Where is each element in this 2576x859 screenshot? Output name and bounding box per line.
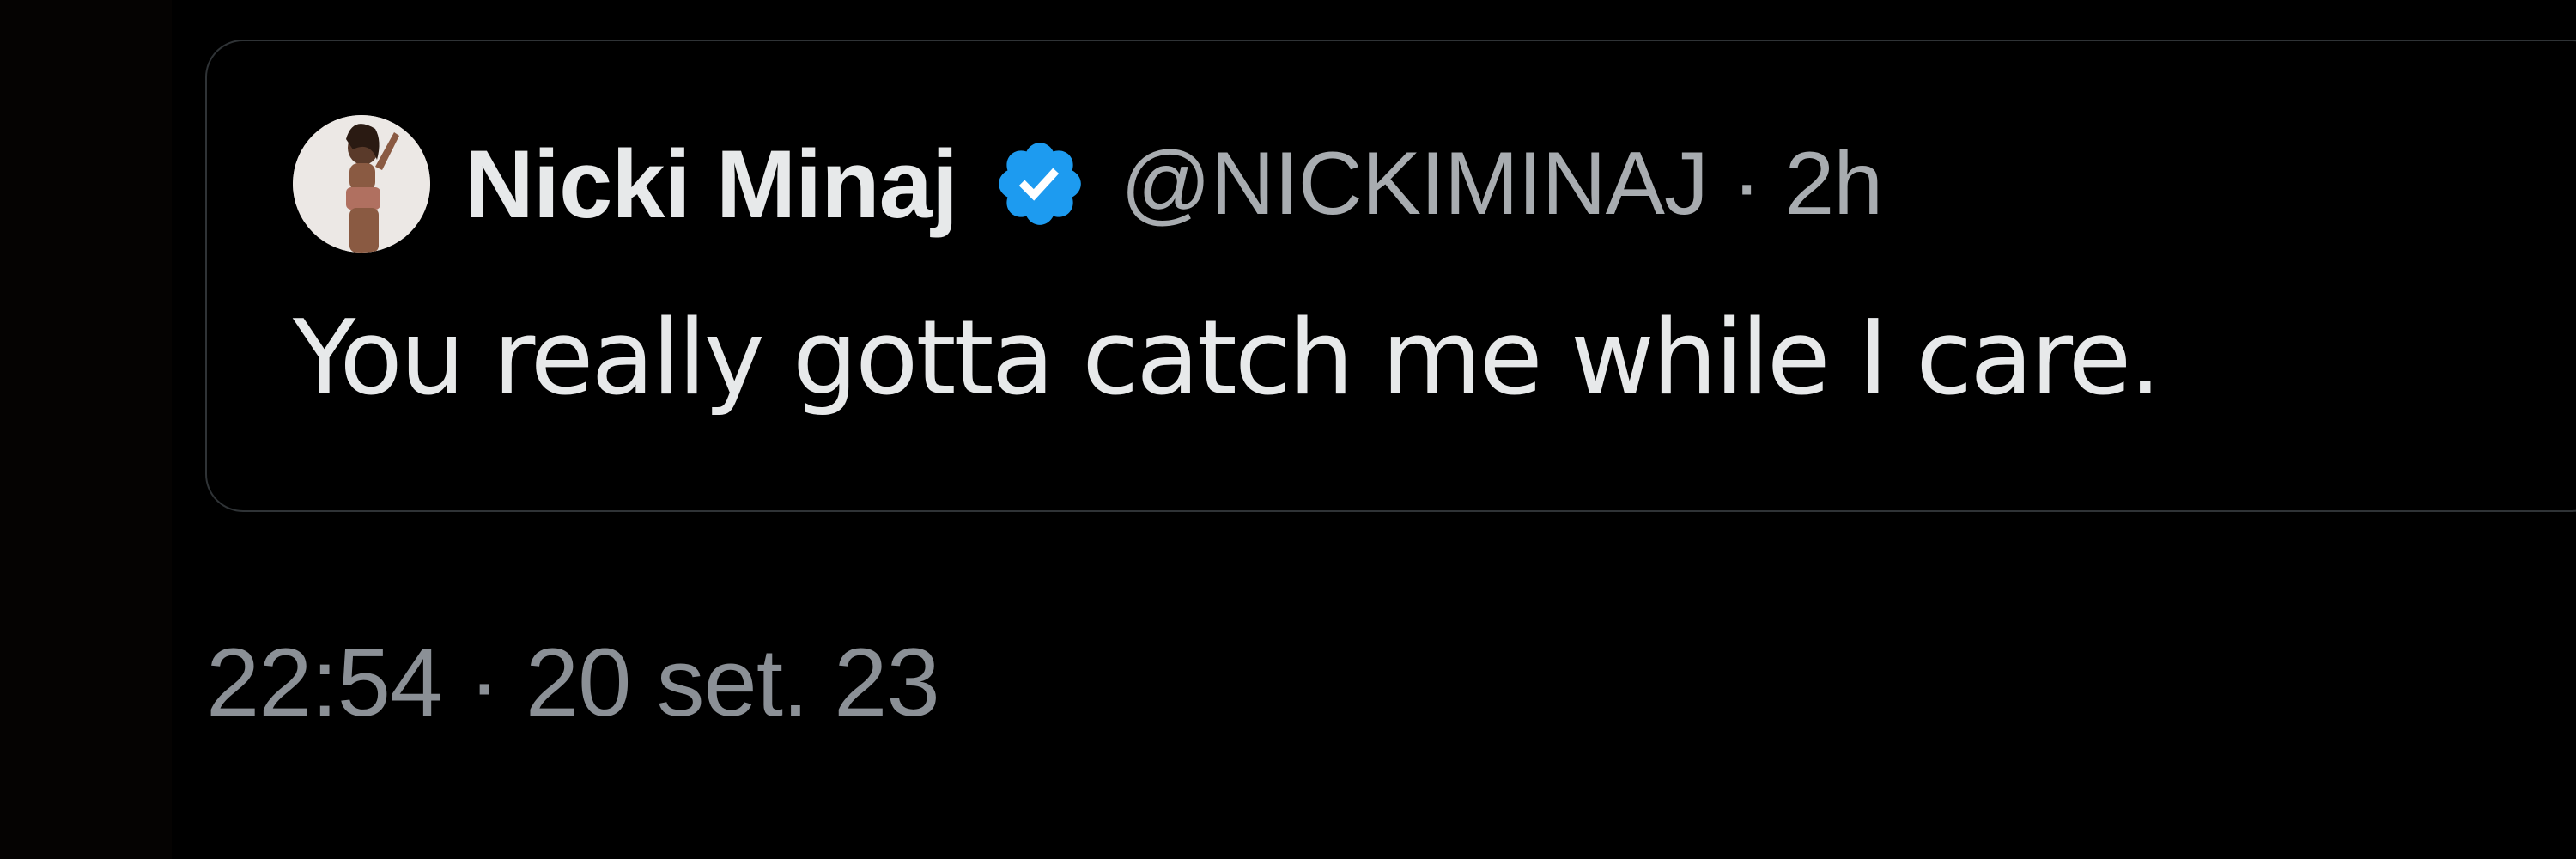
quoted-tweet-header: Nicki Minaj @NICKIMINAJ · 2h	[293, 115, 1883, 253]
avatar[interactable]	[293, 115, 430, 253]
author-display-name[interactable]: Nicki Minaj	[465, 129, 958, 240]
timestamp-separator: ·	[468, 629, 500, 736]
quoted-tweet-text: You really gotta catch me while I care.	[293, 299, 2161, 418]
separator-dot: ·	[1731, 133, 1762, 234]
left-edge-strip	[0, 0, 172, 859]
quoted-tweet-card[interactable]: Nicki Minaj @NICKIMINAJ · 2h You really …	[205, 40, 2576, 512]
relative-time[interactable]: 2h	[1784, 134, 1883, 234]
author-handle-and-time[interactable]: @NICKIMINAJ · 2h	[1121, 133, 1883, 235]
tweet-timestamp[interactable]: 22:54 · 20 set. 23	[206, 627, 940, 738]
author-handle[interactable]: @NICKIMINAJ	[1121, 134, 1709, 234]
tweet-time: 22:54	[206, 629, 443, 736]
tweet-date: 20 set. 23	[525, 629, 940, 736]
verified-badge-icon	[999, 143, 1081, 225]
